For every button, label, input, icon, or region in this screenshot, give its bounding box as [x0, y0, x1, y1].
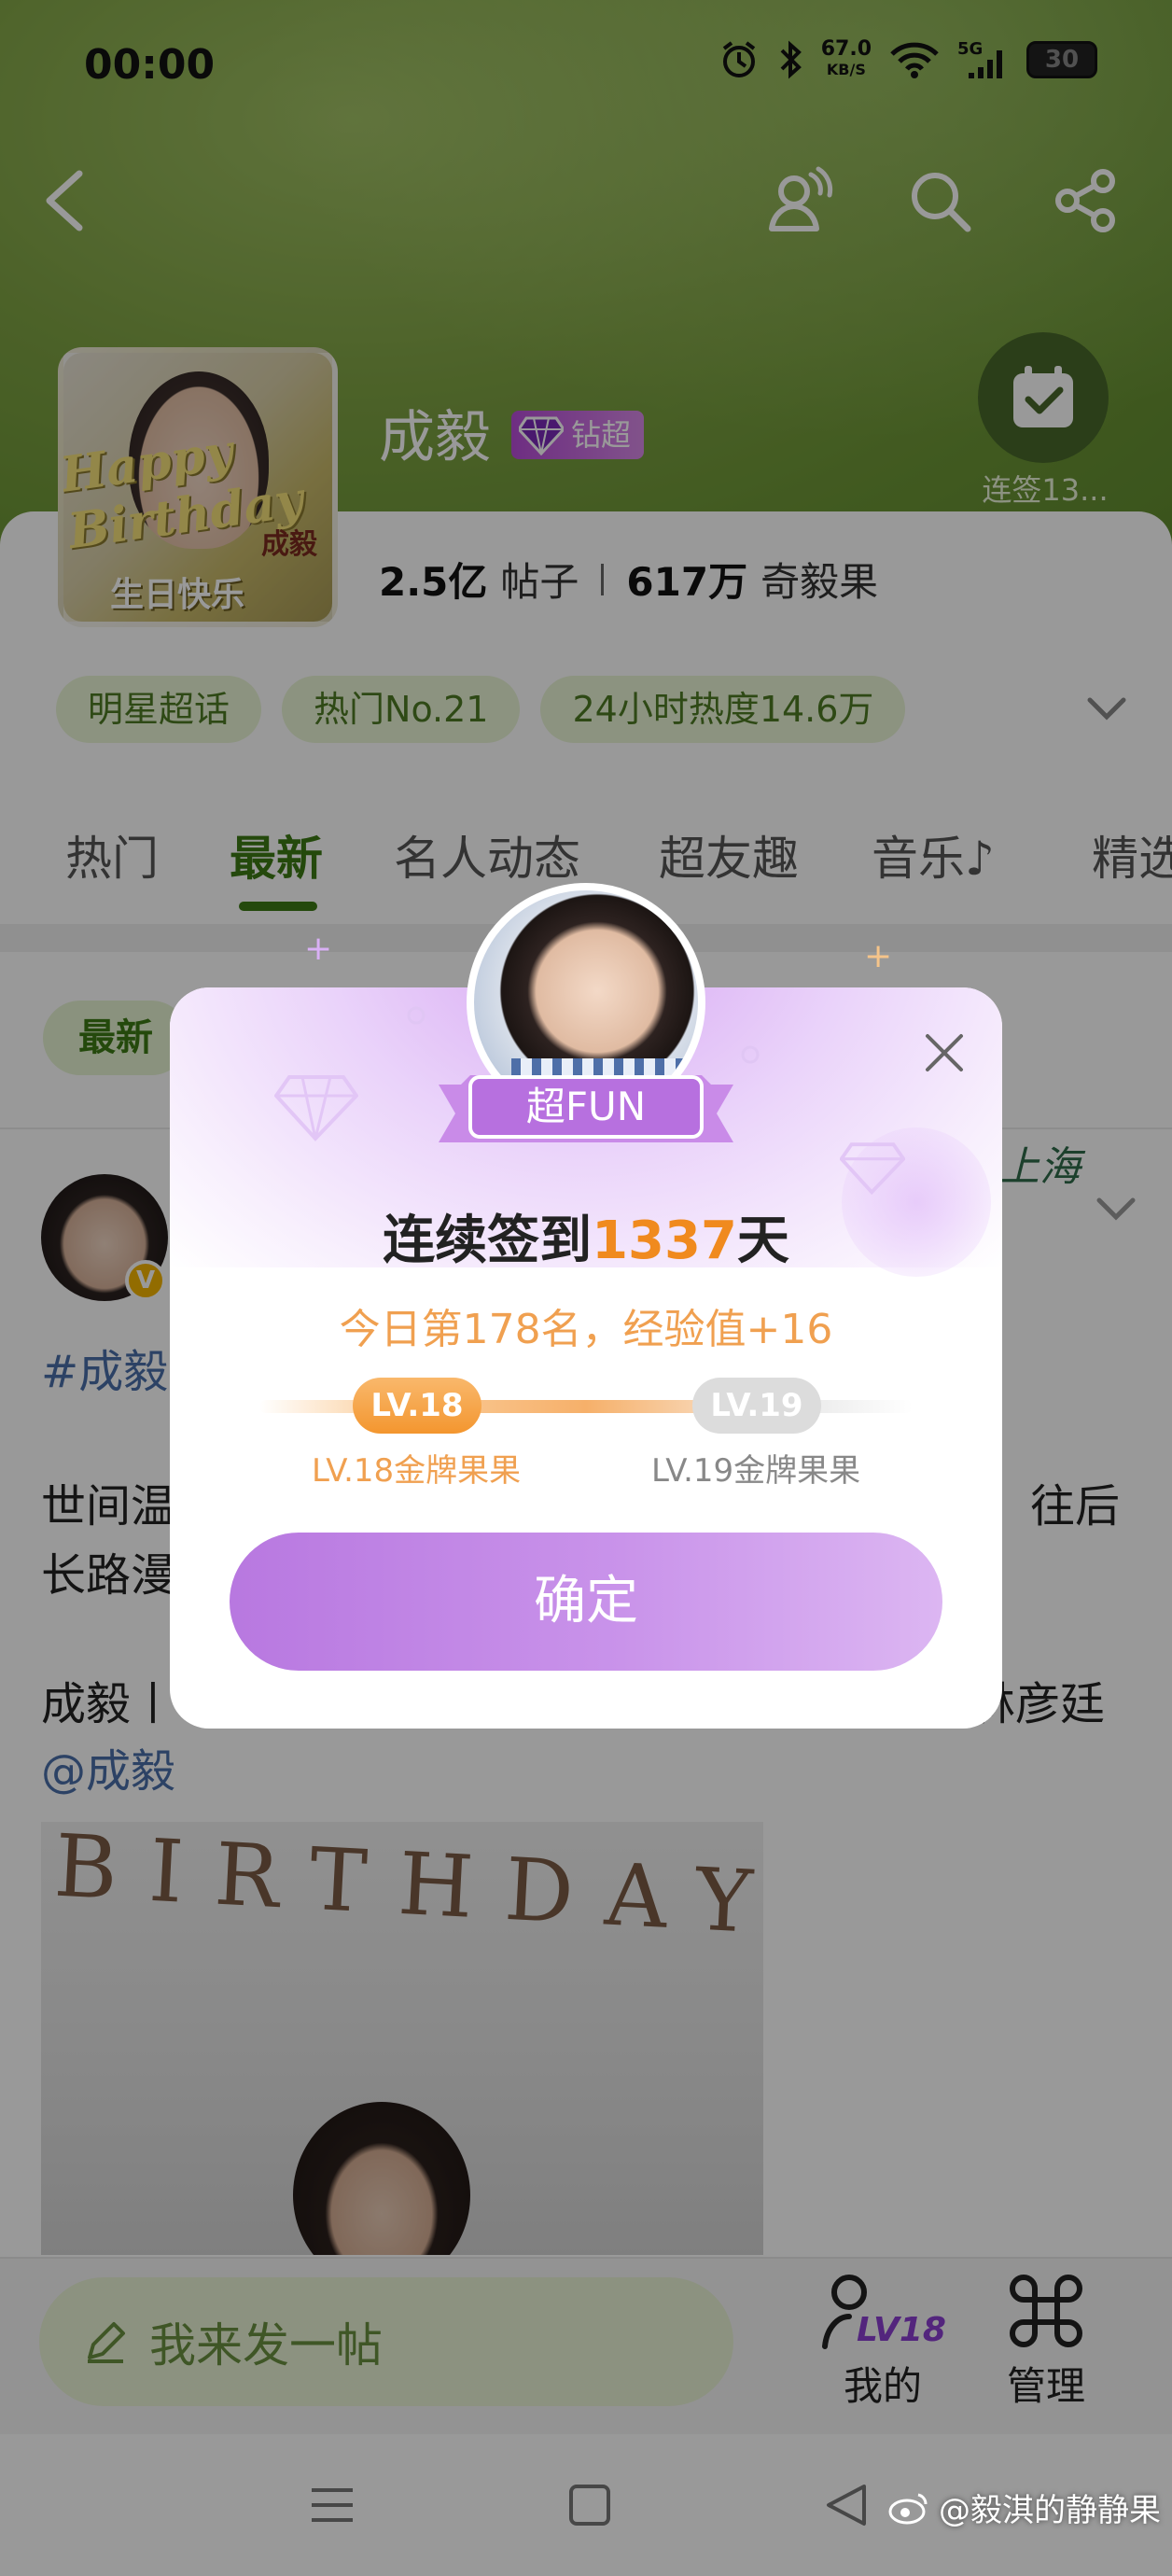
bubble-icon — [741, 1045, 760, 1064]
checkin-streak-title: 连续签到1337天 — [170, 1198, 1002, 1274]
streak-days: 1337 — [592, 1211, 737, 1271]
close-icon[interactable] — [916, 1025, 972, 1081]
bubble-icon — [407, 1006, 426, 1025]
weibo-logo-icon — [888, 2493, 928, 2524]
next-level-name: LV.19金牌果果 — [651, 1452, 861, 1490]
current-level-pill: LV.18 — [353, 1378, 481, 1434]
watermark-text: @毅淇的静静果 — [939, 2492, 1161, 2529]
checkin-rank-line: 今日第178名，经验值+16 — [339, 1306, 833, 1353]
super-fun-label: 超FUN — [525, 1084, 647, 1129]
sparkle-icon: + — [864, 937, 893, 975]
weibo-watermark: @毅淇的静静果 — [888, 2485, 1161, 2530]
diamond-icon — [840, 1142, 905, 1196]
title-prefix: 连续签到 — [383, 1211, 593, 1271]
diamond-icon — [274, 1075, 358, 1141]
title-suffix: 天 — [736, 1211, 789, 1271]
sparkle-icon: + — [304, 930, 333, 968]
current-level-name: LV.18金牌果果 — [312, 1452, 522, 1490]
next-level-pill: LV.19 — [692, 1378, 821, 1434]
confirm-button[interactable]: 确定 — [230, 1533, 942, 1671]
